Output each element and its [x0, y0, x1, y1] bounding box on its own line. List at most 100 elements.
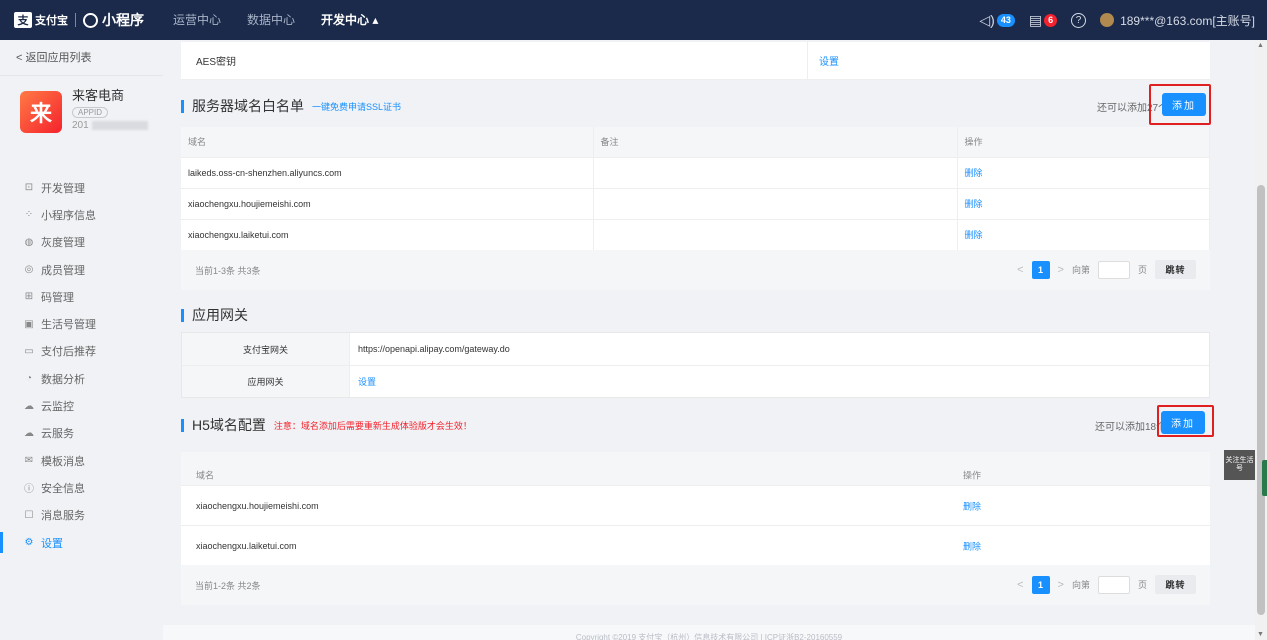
back-to-app-list[interactable]: < 返回应用列表 — [0, 40, 163, 76]
account-name: 189***@163.com[主账号] — [1120, 13, 1255, 28]
delete-link[interactable]: 删除 — [957, 218, 1210, 250]
sidebar-item-life-account[interactable]: ▣ 生活号管理 — [0, 310, 163, 337]
delete-link[interactable]: 删除 — [957, 187, 1210, 219]
speaker-icon: ◁) — [979, 11, 995, 28]
sidebar-item-code[interactable]: ⊞ 码管理 — [0, 283, 163, 310]
next-page-icon[interactable]: > — [1058, 579, 1064, 591]
member-icon: ◎ — [24, 264, 34, 276]
page-input[interactable] — [1097, 260, 1130, 279]
main-content: AES密钥 设置 服务器域名白名单 一键免费申请SSL证书 还可以添加27个 添… — [163, 40, 1255, 640]
brand-logo[interactable]: 支 支付宝 小程序 — [0, 10, 160, 30]
app-card: 来 来客电商 APPID 201 — [0, 76, 163, 174]
pagination-total: 当前1-2条 共2条 — [195, 580, 261, 591]
scroll-up-icon[interactable]: ▲ — [1257, 42, 1264, 49]
sidebar-item-security[interactable]: ⓘ 安全信息 — [0, 474, 163, 501]
table-header: 域名 备注 操作 — [181, 127, 1210, 157]
sidebar-item-cloud-service[interactable]: ☁ 云服务 — [0, 420, 163, 447]
delete-link[interactable]: 删除 — [957, 156, 1210, 188]
jump-button[interactable]: 跳转 — [1155, 260, 1196, 279]
pie-icon: ◔ — [25, 373, 33, 385]
note-cell — [593, 187, 958, 219]
top-nav-bar: 支 支付宝 小程序 运营中心 数据中心 开发中心 ▴ ◁) 43 ▤ 6 ? 1… — [0, 0, 1267, 40]
app-id-redacted — [91, 121, 148, 130]
sidebar-item-label: 设置 — [41, 537, 63, 550]
sidebar-item-analytics[interactable]: ◔ 数据分析 — [0, 365, 163, 392]
sidebar-item-template-msg[interactable]: ✉ 模板消息 — [0, 447, 163, 474]
h5-warning-text: 注意：域名添加后需要重新生成体验版才会生效！ — [273, 420, 472, 431]
note-cell — [593, 156, 958, 188]
nav-data[interactable]: 数据中心 — [234, 0, 308, 40]
cloud-icon: ☁ — [24, 400, 34, 412]
scrollbar-thumb[interactable] — [1257, 185, 1265, 615]
h5-domain-title-text: H5域名配置 — [192, 417, 266, 433]
highlight-box — [1157, 405, 1214, 437]
delete-link[interactable]: 删除 — [963, 499, 981, 512]
sidebar-item-app-info[interactable]: ⁘ 小程序信息 — [0, 201, 163, 228]
mini-program-text: 小程序 — [102, 12, 144, 28]
aes-set-link[interactable]: 设置 — [808, 53, 839, 68]
message-badge: 43 — [996, 13, 1015, 27]
account-menu[interactable]: 189***@163.com[主账号] — [1100, 12, 1255, 29]
domain-cell: laikeds.oss-cn-shenzhen.aliyuncs.com — [181, 156, 594, 188]
domain-cell: xiaochengxu.laiketui.com — [181, 218, 594, 250]
prev-page-icon[interactable]: < — [1017, 264, 1023, 276]
appid-tag: APPID — [72, 107, 109, 118]
server-pagination: 当前1-3条 共3条 < 1 > 向第 页 跳转 — [181, 250, 1210, 290]
goto-label: 向第 — [1071, 580, 1090, 590]
sidebar-item-label: 模板消息 — [41, 455, 85, 468]
gateway-key: 支付宝网关 — [182, 333, 350, 365]
nav-operations[interactable]: 运营中心 — [160, 0, 234, 40]
sidebar-item-cloud-monitor[interactable]: ☁ 云监控 — [0, 392, 163, 419]
jump-button[interactable]: 跳转 — [1155, 575, 1196, 594]
info-icon: ⓘ — [24, 484, 34, 496]
domain-cell: xiaochengxu.houjiemeishi.com — [196, 500, 319, 511]
prev-page-icon[interactable]: < — [1017, 579, 1023, 591]
app-gateway-set-link[interactable]: 设置 — [350, 375, 376, 388]
gateway-table: 支付宝网关 https://openapi.alipay.com/gateway… — [181, 332, 1210, 398]
sidebar-item-dev-management[interactable]: ⊡ 开发管理 — [0, 174, 163, 201]
sidebar-item-settings[interactable]: ⚙ 设置 — [0, 529, 163, 556]
scroll-down-icon[interactable]: ▼ — [1257, 631, 1264, 638]
app-id-prefix: 201 — [72, 120, 89, 131]
follow-life-account-button[interactable]: 关注生活号 — [1224, 450, 1255, 480]
monitor-icon: ▭ — [24, 345, 34, 357]
chat-icon: ☐ — [24, 509, 34, 521]
gear-icon: ⚙ — [24, 537, 34, 548]
col-note: 备注 — [593, 127, 958, 157]
nav-dev-center[interactable]: 开发中心 ▴ — [308, 0, 391, 40]
side-feedback-tab[interactable] — [1262, 460, 1267, 496]
next-page-icon[interactable]: > — [1058, 264, 1064, 276]
sidebar-item-after-pay[interactable]: ▭ 支付后推荐 — [0, 338, 163, 365]
sidebar-item-label: 数据分析 — [41, 373, 85, 386]
sidebar-item-gray-release[interactable]: ◍ 灰度管理 — [0, 229, 163, 256]
message-button[interactable]: ◁) 43 — [979, 11, 1015, 29]
footer: Copyright ©2019 支付宝（杭州）信息技术有限公司 | ICP证浙B… — [163, 625, 1255, 640]
server-whitelist-title: 服务器域名白名单 一键免费申请SSL证书 — [181, 96, 401, 116]
notice-badge: 6 — [1044, 13, 1058, 27]
page-1-button[interactable]: 1 — [1031, 260, 1050, 279]
vertical-scrollbar[interactable]: ▲ ▼ — [1255, 40, 1267, 640]
sidebar-item-label: 开发管理 — [41, 182, 85, 195]
help-icon[interactable]: ? — [1071, 12, 1087, 28]
aes-key-label: AES密钥 — [181, 42, 808, 79]
page-1-button[interactable]: 1 — [1031, 575, 1050, 594]
mini-program-icon — [83, 12, 98, 28]
mail-icon: ✉ — [24, 455, 34, 467]
sidebar-item-label: 码管理 — [41, 291, 74, 304]
sidebar-item-label: 灰度管理 — [41, 237, 85, 250]
delete-link[interactable]: 删除 — [963, 539, 981, 552]
notice-button[interactable]: ▤ 6 — [1029, 12, 1058, 29]
aes-key-row: AES密钥 设置 — [181, 42, 1210, 80]
app-name: 来客电商 — [72, 88, 125, 103]
alipay-icon: 支 — [14, 12, 32, 28]
sidebar-item-label: 云服务 — [41, 428, 74, 441]
signal-icon: ◍ — [24, 236, 34, 248]
sidebar-item-label: 安全信息 — [41, 482, 85, 495]
table-row: xiaochengxu.houjiemeishi.com 删除 — [181, 187, 1210, 219]
sidebar-item-message-service[interactable]: ☐ 消息服务 — [0, 502, 163, 529]
alipay-logo: 支 支付宝 — [14, 12, 68, 28]
ssl-cert-link[interactable]: 一键免费申请SSL证书 — [312, 100, 401, 113]
page-input[interactable] — [1097, 575, 1130, 594]
sidebar-item-members[interactable]: ◎ 成员管理 — [0, 256, 163, 283]
domain-cell: xiaochengxu.laiketui.com — [196, 540, 297, 551]
